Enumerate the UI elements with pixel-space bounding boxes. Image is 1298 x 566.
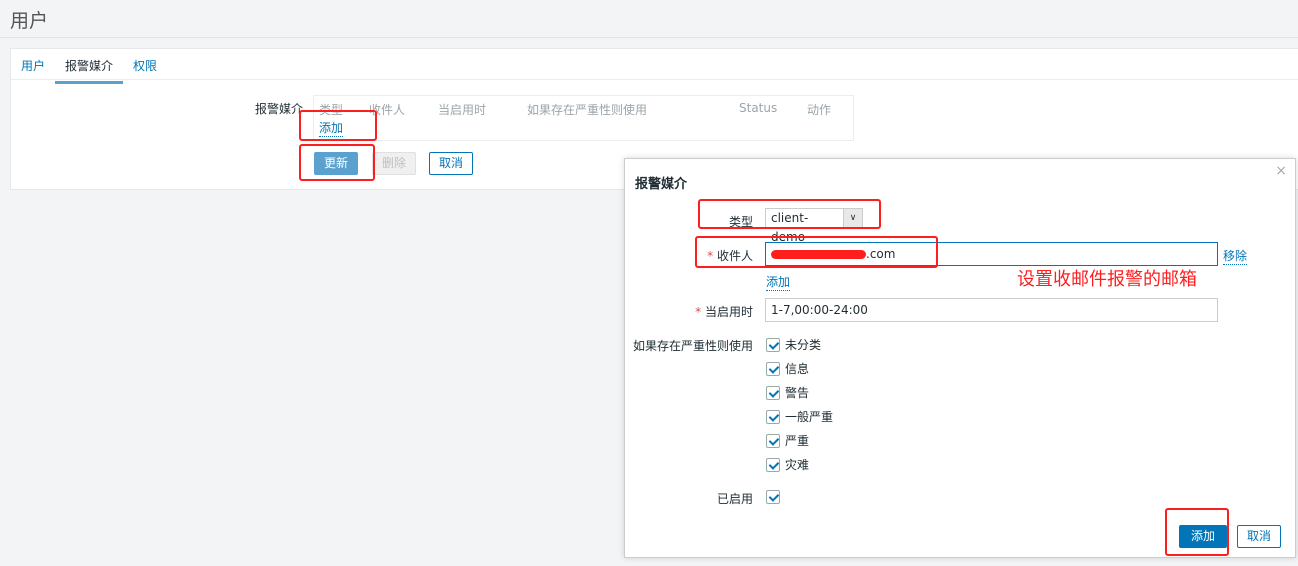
highlight-box xyxy=(698,199,881,229)
add-recipient-link[interactable]: 添加 xyxy=(766,273,791,291)
checkbox-icon[interactable] xyxy=(766,337,780,352)
severity-3[interactable]: 一般严重 xyxy=(766,408,833,425)
remove-link[interactable]: 移除 xyxy=(1223,247,1248,265)
checkbox-icon[interactable] xyxy=(766,385,780,400)
cancel-button[interactable]: 取消 xyxy=(429,152,474,175)
page-title: 用户 xyxy=(10,10,49,32)
severity-text: 严重 xyxy=(785,434,810,448)
severity-text: 一般严重 xyxy=(785,410,834,424)
highlight-box xyxy=(299,144,375,181)
severity-4[interactable]: 严重 xyxy=(766,432,809,449)
highlight-box xyxy=(1165,508,1229,556)
dialog-cancel-button[interactable]: 取消 xyxy=(1237,525,1282,548)
checkbox-icon[interactable] xyxy=(766,490,780,504)
tab-media[interactable]: 报警媒介 xyxy=(55,57,124,84)
severity-text: 未分类 xyxy=(785,338,822,352)
tab-user[interactable]: 用户 xyxy=(21,57,45,74)
checkbox-icon[interactable] xyxy=(766,409,780,424)
close-icon[interactable]: × xyxy=(1275,163,1287,179)
tab-permissions[interactable]: 权限 xyxy=(133,57,157,74)
checkbox-icon[interactable] xyxy=(766,361,780,376)
when-label-text: 当启用时 xyxy=(704,305,753,319)
divider xyxy=(0,37,1298,38)
when-input[interactable]: 1-7,00:00-24:00 xyxy=(765,298,1218,322)
tab-bar: 用户 报警媒介 权限 xyxy=(11,49,1298,84)
required-star: * xyxy=(695,305,702,319)
delete-button[interactable]: 删除 xyxy=(372,152,417,175)
severity-1[interactable]: 信息 xyxy=(766,360,809,377)
severity-text: 灾难 xyxy=(785,458,810,472)
enabled-label: 已启用 xyxy=(716,492,753,506)
checkbox-icon[interactable] xyxy=(766,457,780,472)
col-severity: 如果存在严重性则使用 xyxy=(527,103,648,117)
severity-0[interactable]: 未分类 xyxy=(766,336,821,353)
severity-2[interactable]: 警告 xyxy=(766,384,809,401)
highlight-box xyxy=(695,236,938,268)
enabled-checkbox[interactable] xyxy=(766,490,780,504)
when-label: * 当启用时 xyxy=(695,303,753,320)
col-status: Status xyxy=(739,101,778,115)
annotation: 设置收邮件报警的邮箱 xyxy=(1017,269,1197,290)
media-table: 类型 收件人 当启用时 如果存在严重性则使用 Status 动作 添加 xyxy=(313,95,854,141)
highlight-box xyxy=(299,110,377,141)
severity-text: 警告 xyxy=(785,386,810,400)
checkbox-icon[interactable] xyxy=(766,433,780,448)
dialog-title: 报警媒介 xyxy=(635,177,688,192)
severity-label: 如果存在严重性则使用 xyxy=(632,339,753,353)
severity-text: 信息 xyxy=(785,362,810,376)
media-label: 报警媒介 xyxy=(255,102,304,116)
col-action: 动作 xyxy=(807,103,832,117)
severity-5[interactable]: 灾难 xyxy=(766,456,809,473)
col-when: 当启用时 xyxy=(438,103,487,117)
